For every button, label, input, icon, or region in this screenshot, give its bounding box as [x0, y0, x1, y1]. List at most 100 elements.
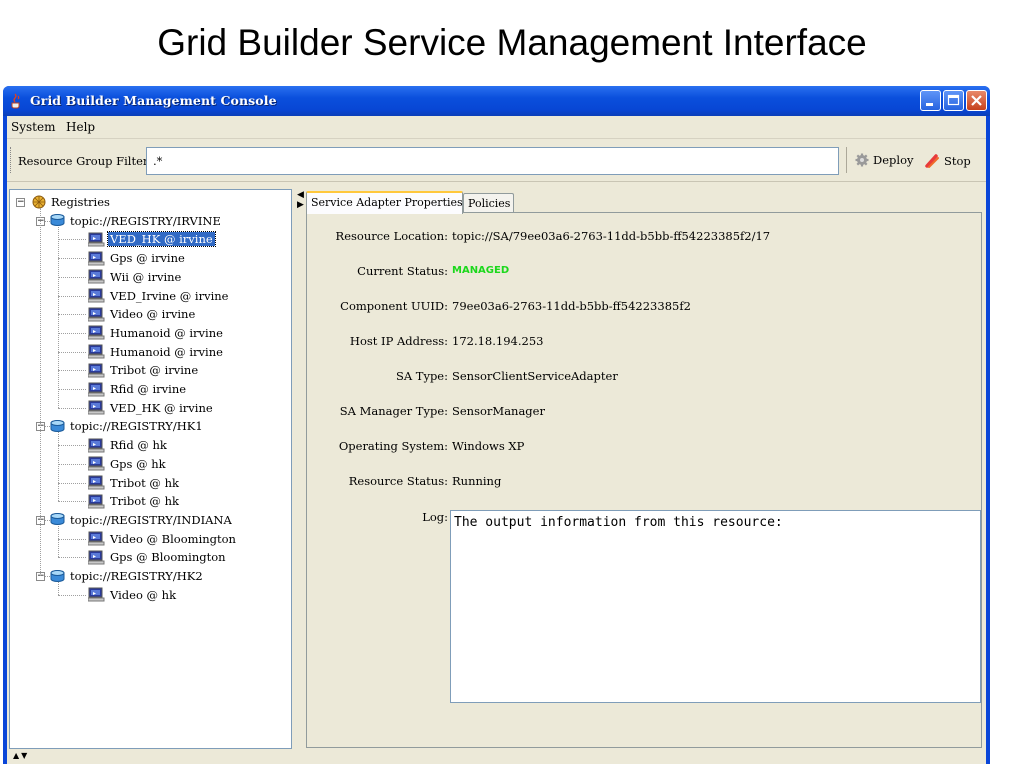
tab-service-adapter-properties[interactable]: Service Adapter Properties	[306, 191, 463, 214]
tree-node-resource[interactable]: Video @ Bloomington	[88, 531, 238, 547]
tree-node-label: Video @ hk	[110, 587, 177, 602]
tree-node-resource[interactable]: Humanoid @ irvine	[88, 325, 225, 341]
collapse-toggle[interactable]: −	[16, 198, 25, 207]
tree-node-resource[interactable]: Gps @ irvine	[88, 250, 187, 266]
minimize-button[interactable]	[920, 90, 941, 111]
computer-icon	[88, 269, 105, 284]
scroll-arrows[interactable]: ▲ ▼	[13, 751, 27, 760]
tree-node-label: topic://REGISTRY/INDIANA	[70, 512, 232, 527]
tree-connector	[58, 389, 86, 390]
property-value: SensorClientServiceAdapter	[452, 369, 618, 383]
tree-node-resource[interactable]: VED_Irvine @ irvine	[88, 288, 230, 304]
tree-node-label: VED_HK @ irvine	[107, 231, 216, 248]
property-value: 79ee03a6-2763-11dd-b5bb-ff54223385f2	[452, 299, 691, 313]
tree-node-resource[interactable]: Rfid @ irvine	[88, 381, 188, 397]
tree-node-registry[interactable]: topic://REGISTRY/INDIANA	[50, 512, 234, 528]
property-label: Operating System:	[338, 439, 448, 453]
java-cup-icon	[11, 93, 20, 109]
tree-node-label: Wii @ irvine	[110, 269, 182, 284]
tree-node-resource[interactable]: Tribot @ hk	[88, 475, 181, 491]
registry-root-icon	[32, 195, 46, 209]
property-sa-type: SA Type: SensorClientServiceAdapter	[307, 369, 983, 385]
registry-tree[interactable]: Registries − topic://REGISTRY/IRVINE − VED_H…	[9, 189, 292, 749]
maximize-button[interactable]	[943, 90, 964, 111]
database-icon	[50, 419, 65, 432]
tree-node-registry[interactable]: topic://REGISTRY/HK2	[50, 568, 205, 584]
tree-node-resource[interactable]: Tribot @ hk	[88, 493, 181, 509]
tree-node-label: Tribot @ irvine	[110, 363, 199, 378]
tree-node-root[interactable]: Registries	[32, 194, 112, 210]
tree-connector	[58, 258, 86, 260]
tree-node-resource[interactable]: VED_HK @ irvine	[88, 231, 216, 248]
tree-connector	[58, 501, 86, 503]
slide-title: Grid Builder Service Management Interfac…	[157, 22, 867, 63]
tree-node-registry[interactable]: topic://REGISTRY/HK1	[50, 418, 205, 434]
tree-node-label: Rfid @ irvine	[110, 382, 187, 396]
maximize-icon	[947, 94, 960, 106]
tree-node-resource[interactable]: Rfid @ hk	[88, 437, 169, 453]
database-icon	[50, 214, 65, 227]
splitter-left-icon[interactable]: ◀	[297, 190, 304, 200]
tree-node-resource[interactable]: Wii @ irvine	[88, 269, 183, 285]
tree-connector	[45, 426, 50, 428]
property-host-ip: Host IP Address: 172.18.194.253	[307, 334, 983, 350]
property-label: Component UUID:	[340, 299, 448, 313]
toolbar-grip[interactable]	[10, 147, 13, 173]
tree-node-registry[interactable]: topic://REGISTRY/IRVINE	[50, 213, 223, 229]
tree-node-label: Video @ irvine	[110, 307, 196, 322]
tree-node-label: VED_HK @ irvine	[110, 400, 213, 415]
tree-node-label: topic://REGISTRY/HK1	[70, 419, 203, 434]
tree-node-resource[interactable]: Video @ irvine	[88, 306, 197, 322]
close-button[interactable]	[966, 90, 987, 111]
tree-connector	[45, 576, 50, 577]
title-bar[interactable]: Grid Builder Management Console	[3, 86, 990, 116]
status-badge: MANAGED	[452, 265, 510, 276]
menu-system[interactable]: System	[11, 120, 55, 134]
scroll-up-icon[interactable]: ▲	[13, 751, 19, 760]
tree-node-resource[interactable]: VED_HK @ irvine	[88, 400, 215, 416]
tree-connector	[58, 538, 86, 540]
stop-button[interactable]: Stop	[924, 153, 971, 169]
computer-icon	[88, 363, 105, 378]
tree-connector	[58, 314, 86, 316]
tree-connector	[40, 208, 41, 576]
computer-icon	[88, 307, 105, 322]
tree-connector	[58, 557, 86, 559]
menu-help[interactable]: Help	[66, 120, 95, 134]
tree-node-label: Gps @ irvine	[110, 251, 185, 266]
deploy-button[interactable]: Deploy	[855, 153, 914, 167]
log-output[interactable]: The output information from this resourc…	[450, 510, 981, 703]
property-label: SA Manager Type:	[339, 404, 448, 418]
tree-node-resource[interactable]: Tribot @ irvine	[88, 362, 200, 378]
tree-node-label: topic://REGISTRY/HK2	[70, 569, 203, 583]
computer-icon	[88, 344, 105, 359]
resource-group-filter-input[interactable]	[146, 147, 839, 175]
tree-connector	[58, 463, 86, 465]
stop-icon	[925, 154, 939, 168]
splitter[interactable]: ◀ ▶	[294, 189, 304, 764]
splitter-right-icon[interactable]: ▶	[297, 200, 304, 210]
toolbar: Resource Group Filter: Deploy Stop	[7, 139, 986, 182]
tree-node-label: Humanoid @ irvine	[110, 344, 223, 359]
property-operating-system: Operating System: Windows XP	[307, 439, 983, 455]
tree-node-resource[interactable]: Gps @ Bloomington	[88, 549, 228, 565]
tree-connector	[58, 407, 86, 409]
tab-policies[interactable]: Policies	[463, 193, 514, 213]
tree-connector	[58, 482, 86, 484]
tree-node-label: Gps @ Bloomington	[110, 550, 226, 565]
tree-node-resource[interactable]: Video @ hk	[88, 587, 178, 603]
tree-node-resource[interactable]: Gps @ hk	[88, 456, 168, 472]
computer-icon	[88, 475, 105, 490]
tree-connector	[58, 332, 86, 334]
scroll-down-icon[interactable]: ▼	[21, 751, 27, 760]
computer-icon	[88, 456, 105, 471]
computer-icon	[88, 232, 105, 247]
tree-node-label: Tribot @ hk	[110, 475, 179, 490]
gear-icon	[855, 153, 869, 167]
tree-node-label: Rfid @ hk	[110, 438, 167, 453]
tree-node-resource[interactable]: Humanoid @ irvine	[88, 344, 225, 360]
computer-icon	[88, 400, 105, 415]
tree-connector	[58, 525, 59, 558]
close-icon	[971, 95, 982, 106]
property-resource-location: Resource Location: topic://SA/79ee03a6-2…	[307, 229, 983, 245]
